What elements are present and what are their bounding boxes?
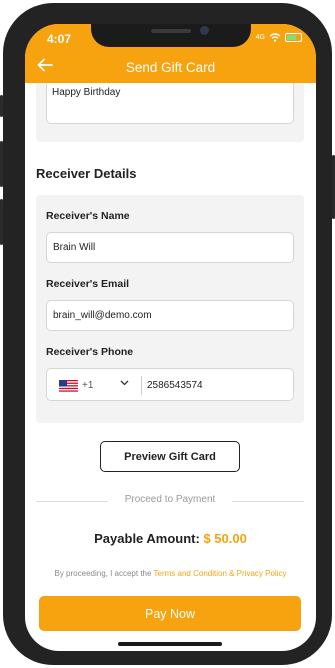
receiver-details-card: Receiver's Name Receiver's Email Receive… xyxy=(36,195,304,423)
country-code[interactable]: +1 xyxy=(82,380,93,391)
pay-now-button[interactable]: Pay Now xyxy=(39,596,301,631)
wifi-icon xyxy=(269,33,281,42)
payable-value: $ 50.00 xyxy=(203,531,247,546)
home-indicator xyxy=(118,642,222,646)
payable-amount: Payable Amount: $ 50.00 xyxy=(25,531,316,546)
email-field[interactable] xyxy=(46,300,294,331)
name-label: Receiver's Name xyxy=(46,210,130,222)
camera-icon xyxy=(200,26,209,35)
phone-number-input[interactable] xyxy=(147,375,287,395)
status-icons: 4G xyxy=(256,33,302,42)
proceed-label: Proceed to Payment xyxy=(124,494,216,505)
phone-label: Receiver's Phone xyxy=(46,346,134,358)
page-title: Send Gift Card xyxy=(125,60,216,75)
app-header: 4:07 4G Send Gift Card xyxy=(25,24,316,83)
divider-line-right xyxy=(232,501,304,502)
signal-label: 4G xyxy=(255,34,265,41)
terms-prefix: By proceeding, I accept the xyxy=(54,569,152,578)
divider xyxy=(141,376,142,395)
notch xyxy=(91,24,251,47)
silent-switch xyxy=(0,95,3,117)
message-card: Happy Birthday xyxy=(36,83,304,142)
page-content: Happy Birthday Receiver Details Receiver… xyxy=(25,83,316,651)
volume-down-button xyxy=(0,199,3,245)
message-textarea[interactable]: Happy Birthday xyxy=(46,83,294,124)
email-label: Receiver's Email xyxy=(46,278,130,290)
speaker-grille xyxy=(151,29,191,33)
proceed-divider: Proceed to Payment xyxy=(36,494,304,508)
status-time: 4:07 xyxy=(47,32,72,46)
phone-field: +1 xyxy=(46,368,294,401)
battery-icon xyxy=(285,33,302,42)
chevron-down-icon[interactable] xyxy=(120,378,129,388)
section-title: Receiver Details xyxy=(36,166,137,181)
us-flag-icon[interactable] xyxy=(59,380,78,392)
payable-label: Payable Amount: xyxy=(94,531,200,546)
phone-frame: 4:07 4G Send Gift Card Happy Birthday Re… xyxy=(0,3,335,665)
name-field[interactable] xyxy=(46,232,294,263)
volume-up-button xyxy=(0,141,3,187)
terms-text: By proceeding, I accept the Terms and Co… xyxy=(25,569,316,578)
screen: 4:07 4G Send Gift Card Happy Birthday Re… xyxy=(25,24,316,651)
preview-gift-card-button[interactable]: Preview Gift Card xyxy=(100,441,240,472)
terms-link[interactable]: Terms and Condition & Privacy Policy xyxy=(154,569,287,578)
